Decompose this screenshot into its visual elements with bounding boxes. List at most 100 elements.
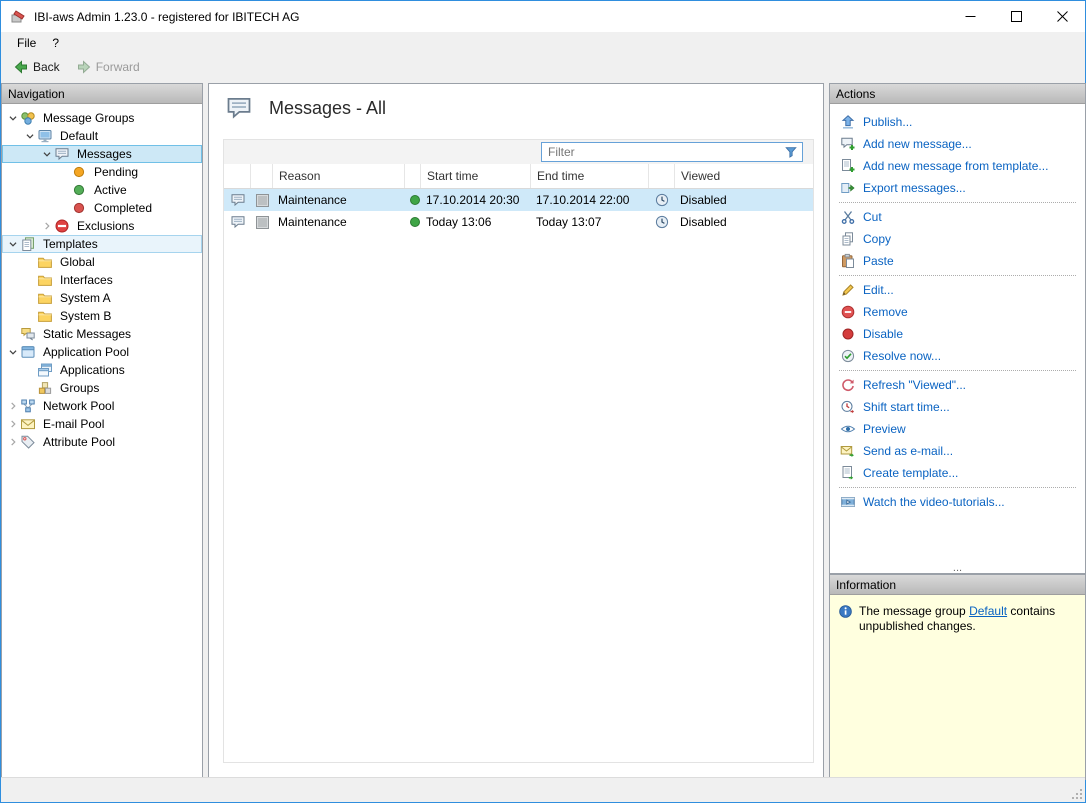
chevron-expanded-icon[interactable] bbox=[6, 345, 20, 359]
action-label: Watch the video-tutorials... bbox=[863, 495, 1005, 509]
status-dot-icon bbox=[410, 195, 420, 205]
action-resolve-now[interactable]: Resolve now... bbox=[830, 345, 1085, 367]
status-dot-icon bbox=[410, 217, 420, 227]
action-cut[interactable]: Cut bbox=[830, 206, 1085, 228]
tree-item-system-b[interactable]: System B bbox=[2, 307, 202, 325]
actions-panel-header: Actions bbox=[830, 84, 1085, 104]
cell-viewed: Disabled bbox=[674, 215, 813, 229]
filter-box[interactable] bbox=[541, 142, 803, 162]
tree-item-email-pool[interactable]: E-mail Pool bbox=[2, 415, 202, 433]
action-export-messages[interactable]: Export messages... bbox=[830, 177, 1085, 199]
chevron-expanded-icon[interactable] bbox=[40, 147, 54, 161]
action-copy[interactable]: Copy bbox=[830, 228, 1085, 250]
folder-icon bbox=[37, 290, 53, 306]
chevron-collapsed-icon[interactable] bbox=[6, 399, 20, 413]
back-button[interactable]: Back bbox=[6, 57, 67, 77]
table-row[interactable]: Maintenance Today 13:06 Today 13:07 Disa… bbox=[224, 211, 813, 233]
forward-button[interactable]: Forward bbox=[69, 57, 147, 77]
action-send-as-email[interactable]: Send as e-mail... bbox=[830, 440, 1085, 462]
action-edit[interactable]: Edit... bbox=[830, 279, 1085, 301]
tree-item-label: E-mail Pool bbox=[40, 416, 107, 432]
chevron-collapsed-icon[interactable] bbox=[6, 417, 20, 431]
tree-item-application-pool[interactable]: Application Pool bbox=[2, 343, 202, 361]
tree-item-groups[interactable]: Groups bbox=[2, 379, 202, 397]
tree-item-label: Exclusions bbox=[74, 218, 137, 234]
tree-item-messages[interactable]: Messages bbox=[2, 145, 202, 163]
action-label: Add new message from template... bbox=[863, 159, 1048, 173]
tree-item-completed[interactable]: Completed bbox=[2, 199, 202, 217]
export-icon bbox=[840, 180, 856, 196]
tree-item-templates[interactable]: Templates bbox=[2, 235, 202, 253]
tree-item-system-a[interactable]: System A bbox=[2, 289, 202, 307]
action-remove[interactable]: Remove bbox=[830, 301, 1085, 323]
maximize-button[interactable] bbox=[993, 1, 1039, 32]
action-label: Disable bbox=[863, 327, 903, 341]
chevron-spacer bbox=[23, 309, 37, 323]
column-header-reason[interactable]: Reason bbox=[272, 164, 404, 188]
actions-more-indicator[interactable]: ... bbox=[830, 564, 1085, 573]
chevron-expanded-icon[interactable] bbox=[6, 237, 20, 251]
tree-item-global[interactable]: Global bbox=[2, 253, 202, 271]
filter-strip bbox=[224, 140, 813, 164]
forward-arrow-icon bbox=[76, 59, 92, 75]
resize-grip[interactable] bbox=[1070, 787, 1083, 800]
tree-item-attribute-pool[interactable]: Attribute Pool bbox=[2, 433, 202, 451]
default-group-link[interactable]: Default bbox=[969, 604, 1007, 618]
table-row[interactable]: Maintenance 17.10.2014 20:30 17.10.2014 … bbox=[224, 189, 813, 211]
action-add-new-message[interactable]: Add new message... bbox=[830, 133, 1085, 155]
tree-item-static-messages[interactable]: Static Messages bbox=[2, 325, 202, 343]
chevron-spacer bbox=[6, 327, 20, 341]
cell-start-time: 17.10.2014 20:30 bbox=[420, 193, 530, 207]
filter-icon[interactable] bbox=[784, 145, 798, 159]
action-publish[interactable]: Publish... bbox=[830, 111, 1085, 133]
tree-item-active[interactable]: Active bbox=[2, 181, 202, 199]
tree-item-pending[interactable]: Pending bbox=[2, 163, 202, 181]
page-title: Messages - All bbox=[269, 98, 386, 119]
menu-file[interactable]: File bbox=[9, 34, 44, 52]
chevron-collapsed-icon[interactable] bbox=[40, 219, 54, 233]
chevron-collapsed-icon[interactable] bbox=[6, 435, 20, 449]
chevron-expanded-icon[interactable] bbox=[23, 129, 37, 143]
action-add-new-message-from-template[interactable]: Add new message from template... bbox=[830, 155, 1085, 177]
action-paste[interactable]: Paste bbox=[830, 250, 1085, 272]
minimize-button[interactable] bbox=[947, 1, 993, 32]
menu-help[interactable]: ? bbox=[44, 34, 67, 52]
tree-item-label: Default bbox=[57, 128, 101, 144]
action-label: Resolve now... bbox=[863, 349, 941, 363]
action-create-template[interactable]: Create template... bbox=[830, 462, 1085, 484]
active-icon bbox=[71, 182, 87, 198]
application-pool-icon bbox=[20, 344, 36, 360]
column-header-start-time[interactable]: Start time bbox=[420, 164, 530, 188]
action-shift-start-time[interactable]: Shift start time... bbox=[830, 396, 1085, 418]
action-refresh-viewed[interactable]: Refresh "Viewed"... bbox=[830, 374, 1085, 396]
templates-icon bbox=[20, 236, 36, 252]
preview-icon bbox=[840, 421, 856, 437]
completed-icon bbox=[71, 200, 87, 216]
filter-input[interactable] bbox=[542, 145, 784, 159]
navigation-panel: Navigation Message Groups Default Messag… bbox=[1, 83, 203, 780]
action-watch-video-tutorials[interactable]: Watch the video-tutorials... bbox=[830, 491, 1085, 513]
action-label: Paste bbox=[863, 254, 894, 268]
tree-item-default[interactable]: Default bbox=[2, 127, 202, 145]
column-header-end-time[interactable]: End time bbox=[530, 164, 648, 188]
tree-item-exclusions[interactable]: Exclusions bbox=[2, 217, 202, 235]
action-disable[interactable]: Disable bbox=[830, 323, 1085, 345]
tree-item-label: Messages bbox=[74, 146, 135, 162]
column-header-viewed-icon bbox=[648, 164, 674, 188]
messages-icon-large bbox=[224, 94, 254, 122]
folder-icon bbox=[37, 272, 53, 288]
tree-item-interfaces[interactable]: Interfaces bbox=[2, 271, 202, 289]
navigation-panel-header: Navigation bbox=[2, 84, 202, 104]
column-header-viewed[interactable]: Viewed bbox=[674, 164, 813, 188]
action-preview[interactable]: Preview bbox=[830, 418, 1085, 440]
close-button[interactable] bbox=[1039, 1, 1085, 32]
tree-item-label: Groups bbox=[57, 380, 102, 396]
cell-start-time: Today 13:06 bbox=[420, 215, 530, 229]
copy-icon bbox=[840, 231, 856, 247]
viewed-clock-icon bbox=[654, 192, 670, 208]
tree-item-message-groups[interactable]: Message Groups bbox=[2, 109, 202, 127]
tree-item-label: System A bbox=[57, 290, 114, 306]
tree-item-network-pool[interactable]: Network Pool bbox=[2, 397, 202, 415]
tree-item-applications[interactable]: Applications bbox=[2, 361, 202, 379]
chevron-expanded-icon[interactable] bbox=[6, 111, 20, 125]
